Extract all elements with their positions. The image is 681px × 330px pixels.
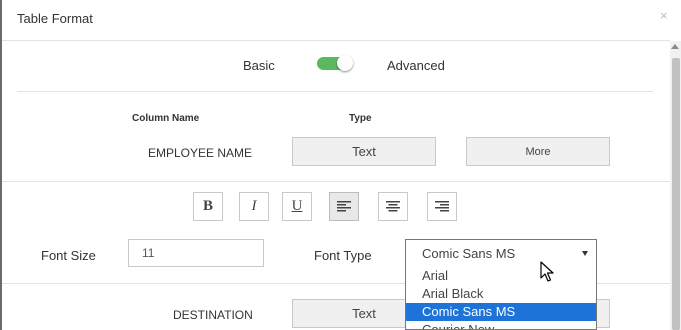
employee-name-label: EMPLOYEE NAME: [148, 146, 253, 160]
font-type-dropdown[interactable]: Arial Arial Black Comic Sans MS Courier …: [405, 267, 597, 330]
align-center-button[interactable]: [378, 192, 408, 221]
underline-icon: U: [291, 198, 303, 214]
window-edge: [0, 0, 2, 330]
type-text-button[interactable]: Text: [292, 137, 436, 166]
column-name-header: Column Name: [132, 113, 200, 124]
destination-label: DESTINATION: [173, 308, 253, 322]
align-right-icon: [435, 201, 449, 212]
italic-icon: I: [251, 198, 257, 214]
toggle-knob: [337, 55, 353, 71]
mouse-cursor-icon: [540, 261, 554, 282]
row-divider: [2, 181, 670, 182]
advanced-label: Advanced: [387, 58, 445, 73]
type-header: Type: [349, 113, 372, 124]
more-button[interactable]: More: [466, 137, 610, 166]
font-size-input[interactable]: 11: [128, 239, 264, 267]
align-left-button[interactable]: [329, 192, 359, 221]
bold-icon: B: [202, 198, 213, 214]
mode-divider: [17, 91, 653, 92]
scrollbar-thumb[interactable]: [672, 58, 680, 330]
font-option-courier-new[interactable]: Courier New: [406, 321, 596, 329]
font-type-value: Comic Sans MS: [422, 246, 516, 261]
mode-toggle[interactable]: [317, 55, 354, 72]
bold-button[interactable]: B: [193, 192, 223, 221]
font-type-select[interactable]: Comic Sans MS: [405, 239, 597, 268]
dropdown-arrow-icon: [582, 251, 588, 256]
align-center-icon: [386, 201, 400, 212]
font-size-label: Font Size: [41, 248, 96, 263]
close-icon[interactable]: ×: [660, 8, 668, 23]
dialog-title: Table Format: [17, 11, 93, 26]
font-option-comic-sans-ms[interactable]: Comic Sans MS: [406, 303, 596, 321]
align-left-icon: [337, 201, 351, 212]
table-format-dialog: Table Format × Basic Advanced Column Nam…: [0, 0, 681, 330]
align-right-button[interactable]: [427, 192, 457, 221]
font-type-label: Font Type: [314, 248, 372, 263]
scroll-up-icon[interactable]: [671, 44, 679, 49]
font-option-arial[interactable]: Arial: [406, 267, 596, 285]
underline-button[interactable]: U: [282, 192, 312, 221]
italic-button[interactable]: I: [239, 192, 269, 221]
title-divider: [2, 40, 670, 41]
font-option-arial-black[interactable]: Arial Black: [406, 285, 596, 303]
basic-label: Basic: [243, 58, 275, 73]
